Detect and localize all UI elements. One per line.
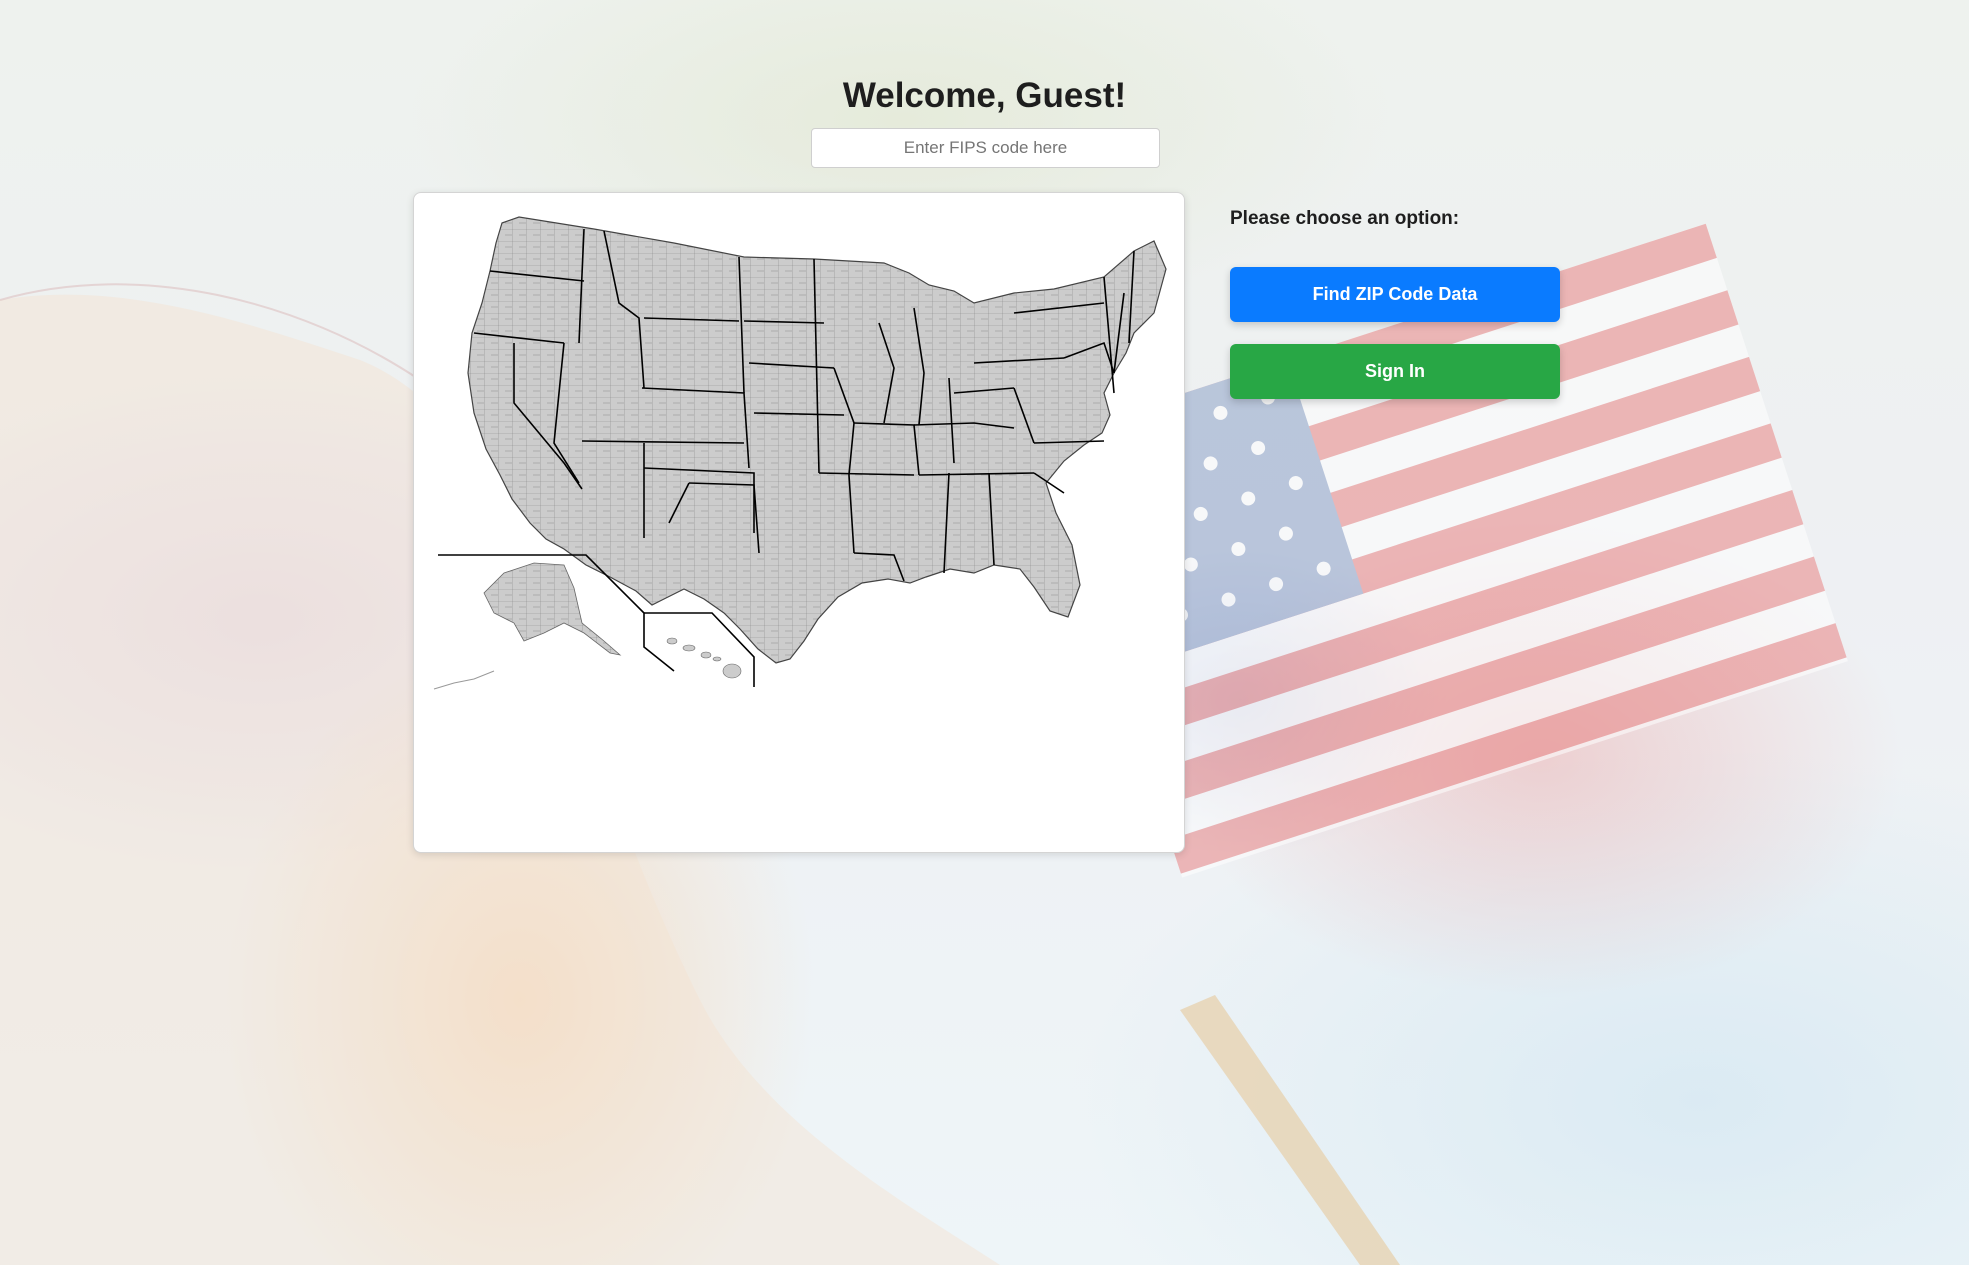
us-map-svg[interactable] [414, 193, 1186, 854]
page-title: Welcome, Guest! [842, 76, 1127, 115]
hawaii-shape [666, 637, 742, 679]
us-county-map[interactable] [413, 192, 1185, 853]
fips-code-input[interactable] [811, 128, 1160, 168]
options-panel: Please choose an option: Find ZIP Code D… [1230, 208, 1560, 399]
find-zip-code-data-button[interactable]: Find ZIP Code Data [1230, 267, 1560, 322]
sign-in-button[interactable]: Sign In [1230, 344, 1560, 399]
option-prompt: Please choose an option: [1230, 208, 1460, 229]
alaska-shape [483, 562, 622, 656]
